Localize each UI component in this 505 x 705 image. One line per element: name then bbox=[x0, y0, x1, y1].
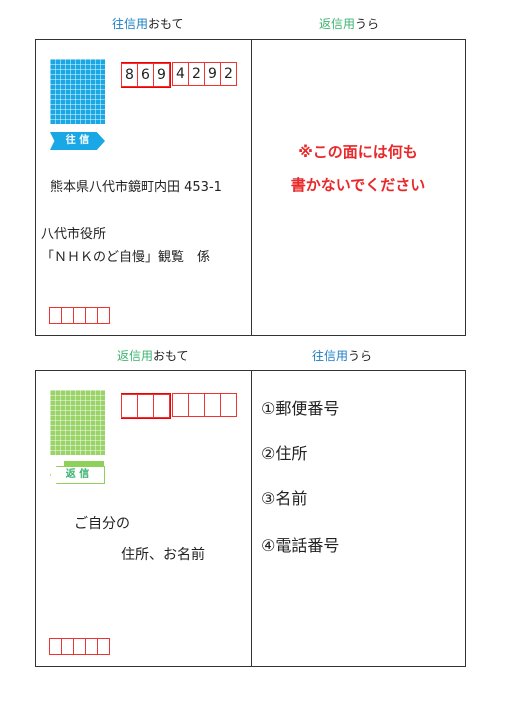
item-name: ③名前 bbox=[261, 489, 308, 508]
zip-digit: 9 bbox=[153, 63, 170, 87]
item-phone: ④電話番号 bbox=[261, 536, 340, 555]
recipient-line2: 「ＮＨＫのど自慢」観覧 係 bbox=[41, 250, 211, 265]
divider bbox=[251, 371, 252, 666]
zip-digit: 2 bbox=[220, 62, 237, 86]
item-postal-code: ①郵便番号 bbox=[261, 399, 340, 418]
sender-zip-boxes bbox=[49, 307, 110, 324]
title-colored: 返信用 bbox=[117, 349, 154, 363]
title-colored: 往信用 bbox=[112, 17, 149, 31]
stamp-area-green bbox=[50, 390, 105, 455]
title-rest: おもて bbox=[148, 17, 184, 31]
reply-zip-group-2 bbox=[172, 393, 237, 417]
notice-line1: ※この面には何も bbox=[298, 143, 418, 161]
zip-digit: 9 bbox=[204, 62, 221, 86]
instruction-line2: 住所、お名前 bbox=[121, 547, 205, 563]
recipient-line1: 八代市役所 bbox=[41, 227, 107, 242]
title-rest: おもて bbox=[153, 349, 189, 363]
top-front-title: 往信用おもて bbox=[112, 15, 184, 32]
title-rest: うら bbox=[355, 17, 380, 31]
bottom-front-title: 返信用おもて bbox=[117, 347, 189, 364]
outgoing-postcard: 往 信 869 4292 熊本県八代市鏡町内田 453-1 八代市役所 「ＮＨＫ… bbox=[35, 39, 466, 336]
zip-group-1: 869 bbox=[121, 62, 171, 88]
reply-badge: 返 信 bbox=[50, 466, 105, 484]
zip-digit: 6 bbox=[137, 63, 154, 87]
sender-zip-boxes bbox=[49, 638, 110, 655]
title-colored: 返信用 bbox=[319, 17, 356, 31]
reply-zip-group-1 bbox=[121, 393, 171, 419]
zip-digit: 2 bbox=[188, 62, 205, 86]
bottom-back-title: 往信用うら bbox=[312, 347, 372, 364]
top-back-title: 返信用うら bbox=[319, 15, 379, 32]
title-colored: 往信用 bbox=[312, 349, 349, 363]
instruction-line1: ご自分の bbox=[74, 516, 130, 532]
notice-line2: 書かないでください bbox=[290, 176, 426, 194]
stamp-area-blue bbox=[50, 59, 105, 124]
reply-postcard: 返 信 ご自分の 住所、お名前 ①郵便番号 ②住所 ③名前 ④電話番号 bbox=[35, 370, 466, 667]
zip-digit: 4 bbox=[172, 62, 189, 86]
item-address: ②住所 bbox=[261, 444, 308, 463]
title-rest: うら bbox=[348, 349, 373, 363]
address: 熊本県八代市鏡町内田 453-1 bbox=[50, 180, 222, 195]
outgoing-badge: 往 信 bbox=[50, 132, 105, 150]
zip-digit: 8 bbox=[121, 63, 138, 87]
zip-group-2: 4292 bbox=[172, 62, 237, 86]
